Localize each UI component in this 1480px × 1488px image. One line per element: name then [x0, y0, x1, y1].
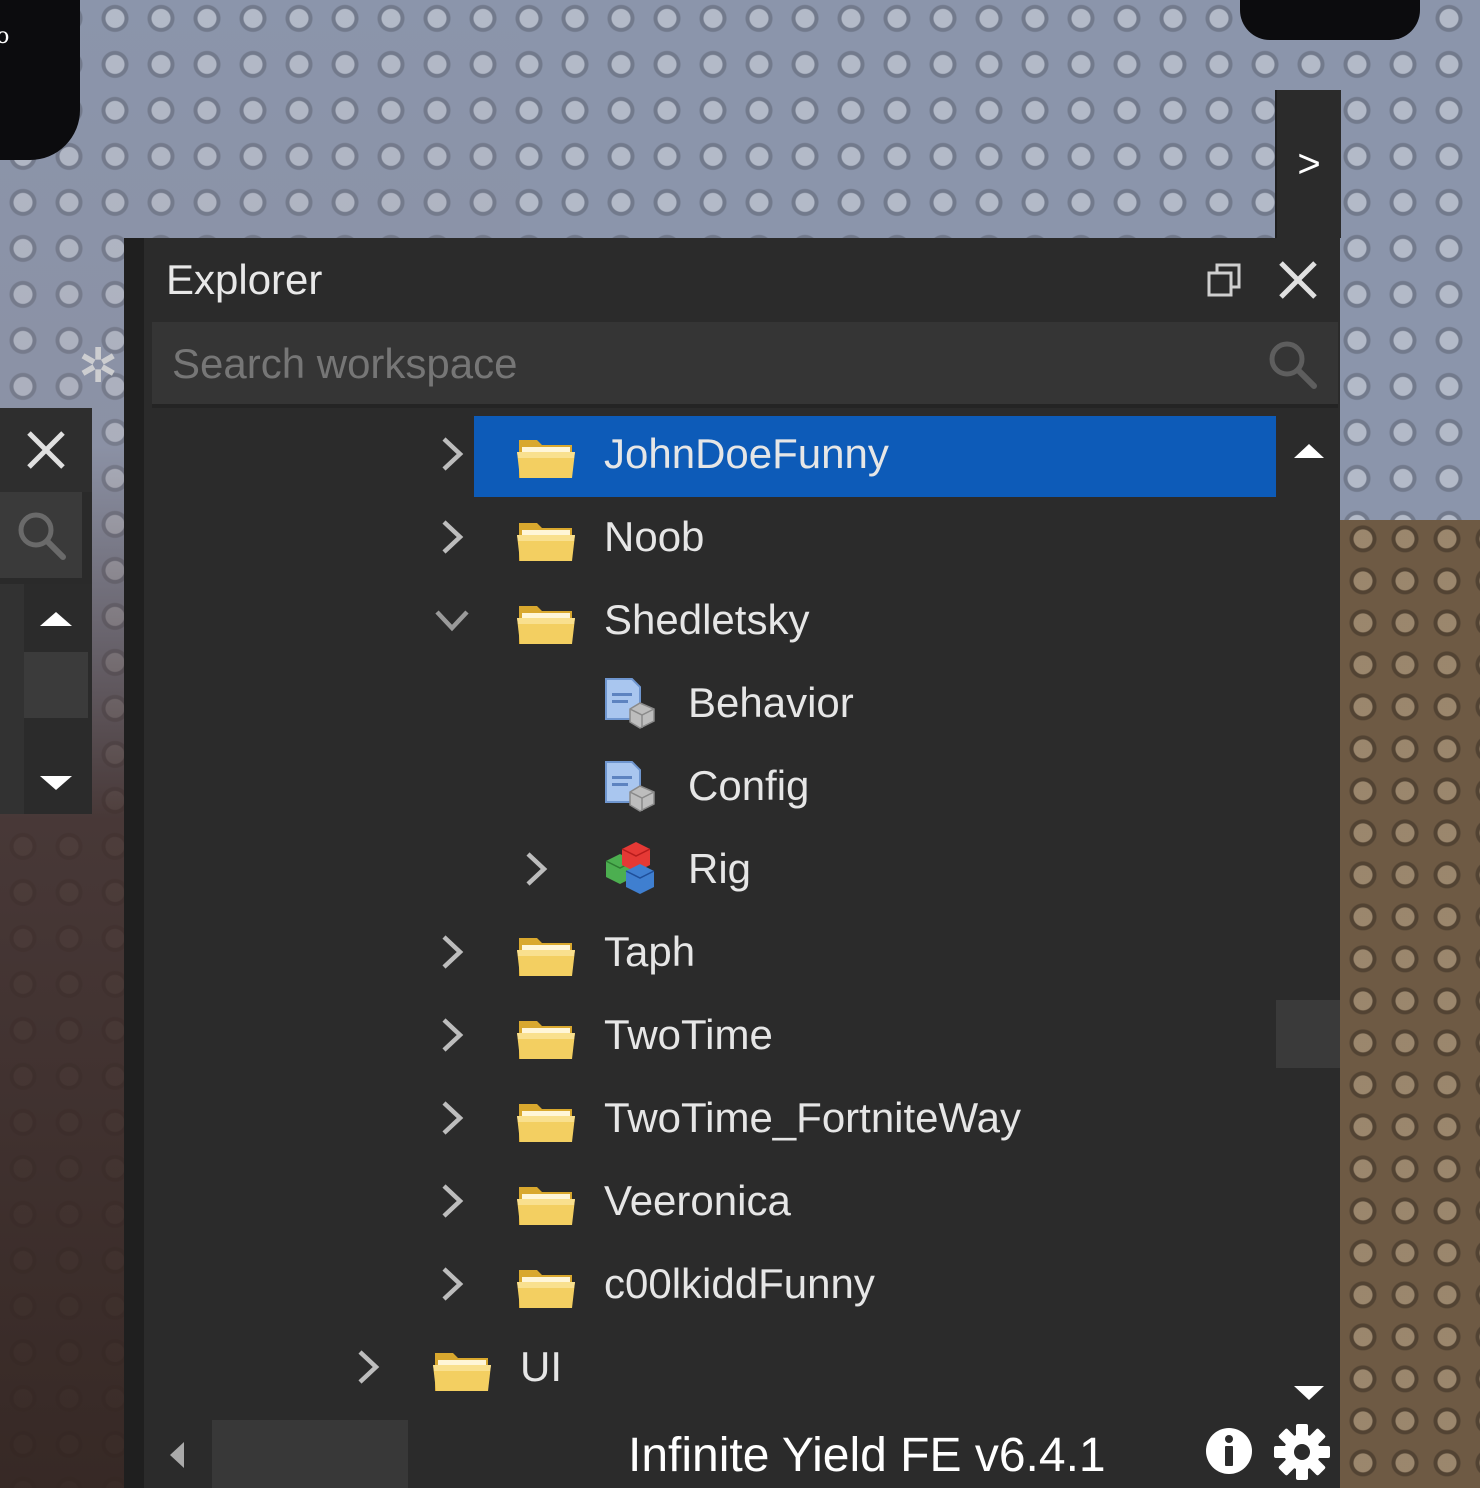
folder-icon	[516, 1096, 576, 1146]
chevron-right-icon[interactable]	[348, 1347, 388, 1387]
chevron-right-icon[interactable]	[432, 1181, 472, 1221]
chevron-down-icon[interactable]	[432, 600, 472, 640]
chevron-right-icon[interactable]	[432, 434, 472, 474]
search-bar	[152, 322, 1338, 408]
folder-icon	[516, 598, 576, 648]
tree-item-label: Config	[688, 762, 810, 809]
explorer-title: Explorer	[166, 256, 323, 303]
folder-icon	[516, 1179, 576, 1229]
module-script-icon	[600, 758, 660, 812]
settings-button[interactable]	[1272, 1422, 1332, 1482]
tree-item-label: JohnDoeFunny	[604, 430, 889, 477]
search-icon	[1269, 341, 1317, 389]
tree-item-label: Rig	[688, 845, 752, 892]
search-input[interactable]	[170, 332, 1254, 396]
folder-icon	[516, 515, 576, 565]
tree-row-shedletsky[interactable]: Shedletsky	[144, 580, 1276, 663]
tree-item-label: UI	[520, 1343, 562, 1390]
explorer-tree: JohnDoeFunny Noob Shedletsky Behavior Co…	[144, 414, 1276, 1414]
chevron-right-icon[interactable]	[516, 849, 556, 889]
model-icon	[600, 837, 660, 894]
scroll-left-arrow-icon[interactable]	[170, 1442, 184, 1468]
tree-item-label: TwoTime_FortniteWay	[604, 1094, 1021, 1141]
chevron-right-icon[interactable]	[432, 1098, 472, 1138]
vertical-scrollbar[interactable]	[1276, 414, 1340, 1414]
horizontal-scrollbar-thumb[interactable]	[212, 1420, 408, 1488]
tree-row-twotime-fortniteway[interactable]: TwoTime_FortniteWay	[144, 1078, 1276, 1161]
tree-row-config[interactable]: Config	[144, 746, 1276, 829]
folder-icon	[516, 1013, 576, 1063]
folder-icon	[516, 930, 576, 980]
mini-search-button[interactable]	[0, 492, 82, 582]
restore-window-button[interactable]	[1204, 260, 1244, 300]
folder-icon	[432, 1345, 492, 1395]
tree-item-label: Noob	[604, 513, 705, 560]
chevron-right-icon[interactable]	[432, 1015, 472, 1055]
info-button[interactable]	[1204, 1426, 1254, 1476]
tree-row-rig[interactable]: Rig	[144, 829, 1276, 912]
tree-row-taph[interactable]: Taph	[144, 912, 1276, 995]
mini-scroll-down-arrow-icon[interactable]	[40, 776, 72, 790]
folder-icon	[516, 1262, 576, 1312]
game-viewport-dark-object: do	[0, 0, 80, 160]
chevron-right-icon[interactable]	[432, 1264, 472, 1304]
tree-item-label: Taph	[604, 928, 696, 975]
tree-item-label: Veeronica	[604, 1177, 791, 1224]
chevron-right-icon[interactable]	[432, 932, 472, 972]
tree-item-label: c00lkiddFunny	[604, 1260, 875, 1307]
game-viewport-dark-object-right	[1240, 0, 1420, 40]
mini-list	[0, 584, 24, 814]
scroll-up-arrow-icon[interactable]	[1294, 444, 1324, 458]
module-script-icon	[600, 675, 660, 729]
tree-item-label: Shedletsky	[604, 596, 810, 643]
mini-scroll-up-arrow-icon[interactable]	[40, 612, 72, 626]
close-icon	[1279, 261, 1317, 299]
tree-item-label: TwoTime	[604, 1011, 773, 1058]
close-icon	[27, 431, 65, 469]
info-icon	[1206, 1428, 1252, 1474]
expand-panel-button[interactable]: >	[1275, 90, 1341, 238]
tree-row-ui[interactable]: UI	[144, 1327, 1276, 1410]
tree-item-label: Behavior	[688, 679, 854, 726]
restore-window-icon	[1207, 263, 1241, 297]
vertical-scrollbar-thumb[interactable]	[1276, 1000, 1340, 1068]
expand-panel-label: >	[1297, 141, 1321, 186]
tree-row-johndoefunny[interactable]: JohnDoeFunny	[144, 414, 1276, 497]
explorer-footer: Infinite Yield FE v6.4.1	[144, 1414, 1340, 1488]
tree-row-noob[interactable]: Noob	[144, 497, 1276, 580]
tree-row-twotime[interactable]: TwoTime	[144, 995, 1276, 1078]
search-button[interactable]	[1264, 336, 1320, 392]
search-icon	[18, 512, 66, 560]
mini-scrollbar-thumb[interactable]	[24, 652, 88, 718]
scroll-down-arrow-icon[interactable]	[1294, 1386, 1324, 1400]
chevron-right-icon[interactable]	[432, 517, 472, 557]
tree-row-veeronica[interactable]: Veeronica	[144, 1161, 1276, 1244]
mini-close-button[interactable]	[0, 408, 92, 492]
tree-row-behavior[interactable]: Behavior	[144, 663, 1276, 746]
gear-icon	[1274, 1424, 1330, 1480]
version-label: Infinite Yield FE v6.4.1	[628, 1429, 1106, 1482]
tree-row-c00lkiddfunny[interactable]: c00lkiddFunny	[144, 1244, 1276, 1327]
folder-icon	[516, 432, 576, 482]
explorer-titlebar[interactable]: Explorer	[144, 238, 1340, 322]
background-corner-text: do	[0, 24, 10, 49]
explorer-window: Explorer JohnDoeFunny	[124, 238, 1340, 1488]
loading-spinner-icon: ✲	[78, 338, 119, 394]
close-window-button[interactable]	[1272, 254, 1324, 306]
mini-panel	[0, 408, 92, 814]
